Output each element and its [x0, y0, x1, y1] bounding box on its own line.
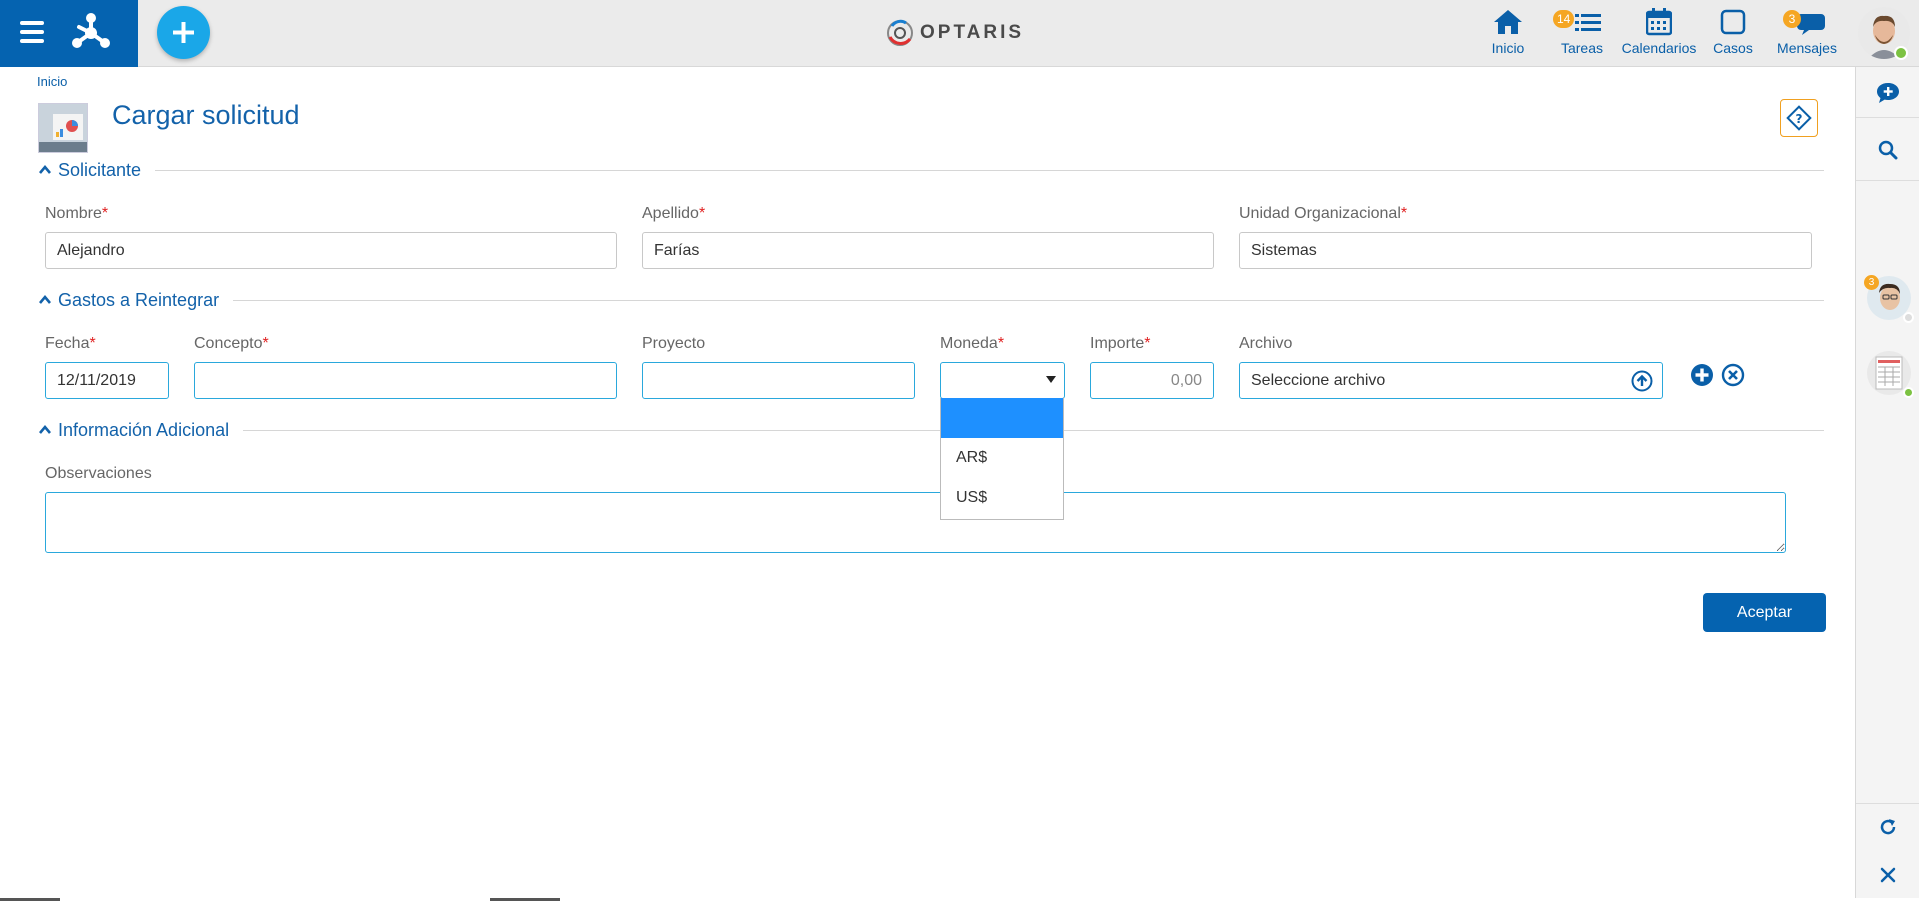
section-title: Solicitante	[58, 159, 142, 180]
nav-tareas[interactable]: 14 Tareas	[1553, 6, 1605, 60]
nav-mensajes[interactable]: 3 Mensajes	[1777, 6, 1837, 60]
close-icon	[1880, 867, 1896, 883]
right-sidebar: 3	[1855, 67, 1919, 901]
add-button[interactable]	[157, 6, 210, 59]
messages-badge: 3	[1783, 10, 1801, 28]
archivo-field[interactable]: Seleccione archivo	[1239, 362, 1663, 399]
importe-label: Importe*	[1090, 335, 1151, 352]
moneda-label: Moneda*	[940, 335, 1005, 352]
observaciones-label: Observaciones	[45, 465, 152, 482]
rail-divider	[1856, 117, 1919, 118]
nav-casos-label: Casos	[1713, 40, 1753, 56]
concepto-label: Concepto*	[194, 335, 269, 352]
observaciones-textarea[interactable]	[45, 492, 1786, 553]
refresh-button[interactable]	[1874, 813, 1902, 841]
page-title: Cargar solicitud	[112, 100, 300, 130]
section-info-adicional[interactable]: Información Adicional	[38, 418, 1824, 442]
close-panel-button[interactable]	[1874, 861, 1902, 889]
archivo-label: Archivo	[1239, 335, 1293, 352]
remove-row-icon[interactable]	[1721, 363, 1745, 387]
upload-icon[interactable]	[1631, 370, 1653, 392]
proyecto-label: Proyecto	[642, 335, 706, 352]
add-row-icon[interactable]	[1690, 363, 1714, 387]
moneda-option-empty[interactable]	[941, 398, 1063, 438]
section-divider	[155, 169, 1824, 171]
app-logo-icon[interactable]	[68, 10, 114, 56]
unidad-field[interactable]: Sistemas	[1239, 232, 1812, 269]
search-button[interactable]	[1874, 136, 1902, 164]
help-icon: ?	[1786, 105, 1812, 131]
participant-badge: 3	[1864, 275, 1879, 290]
section-solicitante[interactable]: Solicitante	[38, 158, 1824, 182]
hamburger-menu-icon[interactable]	[20, 21, 44, 43]
brand-name: OPTARIS	[920, 22, 1025, 43]
refresh-icon	[1880, 819, 1896, 835]
importe-field[interactable]: 0,00	[1090, 362, 1214, 399]
moneda-select[interactable]	[940, 362, 1065, 399]
section-divider	[233, 299, 1824, 301]
menu-block	[0, 0, 138, 67]
nombre-label: Nombre*	[45, 205, 109, 222]
participant-status-dot	[1903, 312, 1914, 323]
nav-inicio[interactable]: Inicio	[1489, 6, 1527, 60]
invoice-status-dot	[1903, 387, 1914, 398]
optaris-logo-icon	[887, 19, 913, 46]
svg-text:?: ?	[1796, 112, 1803, 126]
rail-divider	[1856, 803, 1919, 804]
online-status-dot	[1894, 46, 1908, 60]
rail-divider	[1856, 180, 1919, 181]
nombre-field[interactable]: Alejandro	[45, 232, 617, 269]
section-title: Información Adicional	[58, 419, 230, 440]
invoice-document-thumb[interactable]	[1866, 350, 1914, 398]
chevron-up-icon	[39, 164, 51, 174]
messages-icon: 3	[1777, 6, 1837, 38]
nav-casos[interactable]: Casos	[1712, 6, 1754, 60]
brand-logo: OPTARIS	[884, 16, 1038, 50]
section-gastos[interactable]: Gastos a Reintegrar	[38, 288, 1824, 312]
participant-avatar[interactable]: 3	[1864, 275, 1914, 323]
form-thumbnail	[38, 103, 88, 153]
nav-tareas-label: Tareas	[1560, 40, 1604, 56]
proyecto-field[interactable]	[642, 362, 915, 399]
nav-mensajes-label: Mensajes	[1777, 40, 1837, 56]
concepto-field[interactable]	[194, 362, 617, 399]
accept-button[interactable]: Aceptar	[1703, 593, 1826, 632]
comment-plus-icon	[1877, 83, 1899, 103]
moneda-option-usd[interactable]: US$	[941, 478, 1063, 518]
tasks-badge: 14	[1553, 10, 1575, 28]
moneda-option-ars[interactable]: AR$	[941, 438, 1063, 478]
apellido-label: Apellido*	[642, 205, 706, 222]
search-icon	[1878, 140, 1898, 160]
form-image-icon	[39, 104, 87, 152]
archivo-placeholder: Seleccione archivo	[1251, 371, 1386, 389]
fecha-label: Fecha*	[45, 335, 96, 352]
nav-calendarios[interactable]: Calendarios	[1622, 6, 1696, 60]
chevron-up-icon	[39, 294, 51, 304]
moneda-dropdown: AR$ US$	[940, 398, 1064, 520]
cases-icon	[1720, 6, 1746, 38]
plus-icon	[173, 22, 194, 43]
breadcrumb-inicio[interactable]: Inicio	[37, 74, 67, 89]
chevron-up-icon	[39, 424, 51, 434]
apellido-field[interactable]: Farías	[642, 232, 1214, 269]
help-button[interactable]: ?	[1780, 99, 1818, 137]
calendar-icon	[1646, 6, 1672, 38]
unidad-label: Unidad Organizacional*	[1239, 205, 1408, 222]
tasks-icon: 14	[1553, 6, 1605, 38]
caret-down-icon	[1046, 376, 1056, 383]
new-comment-button[interactable]	[1874, 79, 1902, 107]
top-bar: OPTARIS Inicio 14 Tareas Calendarios Cas…	[0, 0, 1919, 67]
section-title: Gastos a Reintegrar	[58, 289, 220, 310]
nav-inicio-label: Inicio	[1491, 40, 1525, 56]
fecha-field[interactable]: 12/11/2019	[45, 362, 169, 399]
nav-calendarios-label: Calendarios	[1621, 40, 1697, 56]
home-icon	[1492, 6, 1524, 38]
